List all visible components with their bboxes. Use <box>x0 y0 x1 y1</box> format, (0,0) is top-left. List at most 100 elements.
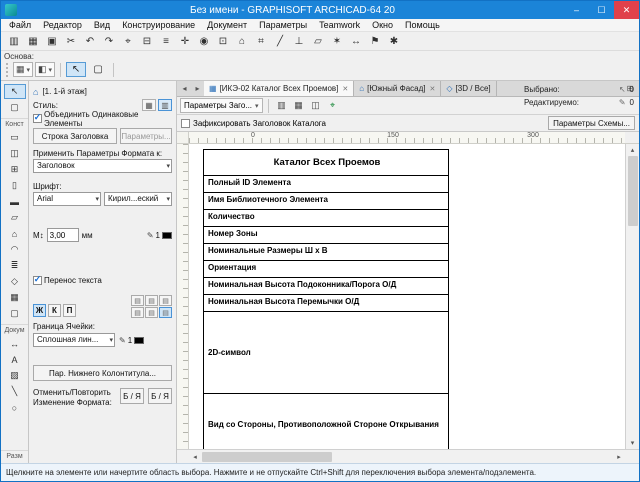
italic-button[interactable]: К <box>48 304 61 317</box>
grid-snap-icon[interactable]: ⌗ <box>252 33 270 49</box>
marquee-tool-icon[interactable]: ▢ <box>4 100 26 115</box>
table-row[interactable]: Количество <box>204 210 448 227</box>
bold-button[interactable]: Ж <box>33 304 46 317</box>
dimension-tool-icon[interactable]: ↔ <box>4 336 26 351</box>
group-icon[interactable]: ▱ <box>309 33 327 49</box>
measure-icon[interactable]: ↔ <box>347 33 365 49</box>
maximize-button[interactable]: ☐ <box>589 1 614 19</box>
vertical-scroll-thumb[interactable] <box>628 156 638 226</box>
guide-lines-icon[interactable]: ╱ <box>271 33 289 49</box>
fill-tool-icon[interactable]: ▨ <box>4 368 26 383</box>
arrow-tool-icon[interactable]: ↖ <box>4 84 26 99</box>
menu-item[interactable]: Окно <box>366 20 399 30</box>
cell-border-select[interactable]: Сплошная лин... ▾ <box>33 333 115 347</box>
text-pen-control[interactable]: ✎ 1 <box>147 231 172 240</box>
pen-color-swatch[interactable] <box>162 232 172 239</box>
gravity-icon[interactable]: ⊥ <box>290 33 308 49</box>
horizontal-scroll-thumb[interactable] <box>202 452 332 462</box>
font-name-select[interactable]: Arial ▾ <box>33 192 101 206</box>
vertical-scrollbar[interactable]: ▴ ▾ <box>625 144 639 449</box>
table-row[interactable]: Ориентация <box>204 261 448 278</box>
magic-wand-icon[interactable]: ✶ <box>328 33 346 49</box>
table-row[interactable]: Номинальная Высота Подоконника/Порога О/… <box>204 278 448 295</box>
favorites-combo[interactable]: ▦ ▾ <box>13 62 33 77</box>
table-row[interactable]: Полный ID Элемента <box>204 176 448 193</box>
marquee-tool-button[interactable]: ▢ <box>88 62 108 77</box>
save-icon[interactable]: ▦ <box>24 33 42 49</box>
menu-item[interactable]: Teamwork <box>313 20 366 30</box>
vertical-ruler[interactable] <box>177 144 189 449</box>
lock-header-checkbox[interactable] <box>181 119 190 128</box>
drawing-canvas[interactable]: Каталог Всех Проемов Полный ID Элемента … <box>189 144 625 449</box>
menu-item[interactable]: Помощь <box>399 20 446 30</box>
border-pen-color-swatch[interactable] <box>134 337 144 344</box>
horizontal-ruler[interactable]: 0150300450 <box>189 132 625 144</box>
print-icon[interactable]: ▣ <box>43 33 61 49</box>
tab-schedule[interactable]: ▦ [ИКЭ-02 Каталог Всех Проемов] ✕ <box>204 81 354 96</box>
footer-params-button[interactable]: Пар. Нижнего Колонтитула... <box>33 365 172 381</box>
align-top-center-icon[interactable]: ▤ <box>145 295 158 306</box>
merge-elements-checkbox[interactable]: ✓ <box>33 114 42 123</box>
table-row[interactable]: Вид со Стороны, Противоположной Стороне … <box>204 394 448 449</box>
arrow-tool-button[interactable]: ↖ <box>66 62 86 77</box>
align-top-left-icon[interactable]: ▤ <box>131 295 144 306</box>
table-row[interactable]: Номер Зоны <box>204 227 448 244</box>
close-tab-icon[interactable]: ✕ <box>430 85 436 93</box>
tab-3d-all[interactable]: ◇ [3D / Все] <box>441 81 496 96</box>
table-row[interactable]: Номинальная Высота Перемычки О/Д <box>204 295 448 312</box>
zoom-icon[interactable]: ◉ <box>195 33 213 49</box>
scroll-left-icon[interactable]: ◂ <box>190 452 200 462</box>
table-row[interactable]: Номинальные Размеры Ш х В <box>204 244 448 261</box>
scheme-settings-button[interactable]: Параметры Схемы... <box>548 116 635 130</box>
menu-item[interactable]: Конструирование <box>116 20 201 30</box>
scroll-down-icon[interactable]: ▾ <box>626 438 639 448</box>
panel-header[interactable]: ⌂ [1. 1-й этаж] <box>33 85 172 98</box>
stair-tool-icon[interactable]: ≣ <box>4 258 26 273</box>
element-settings-icon[interactable]: ⊟ <box>138 33 156 49</box>
header-structure-icon[interactable]: ▦ <box>291 98 307 113</box>
menu-item[interactable]: Вид <box>88 20 116 30</box>
align-bottom-center-icon[interactable]: ▤ <box>145 307 158 318</box>
element-transfer-combo[interactable]: ◧ ▾ <box>35 62 55 77</box>
table-row[interactable]: 2D-символ <box>204 312 448 394</box>
morph-tool-icon[interactable]: ◇ <box>4 274 26 289</box>
table-row[interactable]: Имя Библиотечного Элемента <box>204 193 448 210</box>
toolbox-section-construct[interactable]: Конст <box>1 118 28 129</box>
wrap-text-checkbox[interactable]: ✓ <box>33 276 42 285</box>
font-size-input[interactable] <box>47 228 79 242</box>
menu-item[interactable]: Файл <box>3 20 37 30</box>
cut-icon[interactable]: ✂ <box>62 33 80 49</box>
tab-south-elevation[interactable]: ⌂ [Южный Фасад] ✕ <box>354 81 441 96</box>
circle-tool-icon[interactable]: ○ <box>4 400 26 415</box>
undo-icon[interactable]: ↶ <box>81 33 99 49</box>
open-icon[interactable]: ▥ <box>5 33 23 49</box>
header-params-button[interactable]: Параметры... <box>120 128 172 144</box>
layers-icon[interactable]: ≡ <box>157 33 175 49</box>
roof-tool-icon[interactable]: ⌂ <box>4 226 26 241</box>
zone-tool-icon[interactable]: ▢ <box>4 306 26 321</box>
underline-button[interactable]: П <box>63 304 76 317</box>
horizontal-scrollbar[interactable]: ◂ ▸ <box>189 449 625 463</box>
tab-back-icon[interactable]: ◂ <box>178 81 191 96</box>
options-icon[interactable]: ✱ <box>385 33 403 49</box>
markup-icon[interactable]: ⚑ <box>366 33 384 49</box>
close-button[interactable]: ✕ <box>614 1 639 19</box>
slab-tool-icon[interactable]: ▱ <box>4 210 26 225</box>
font-script-select[interactable]: Кирил...еский ▾ <box>104 192 172 206</box>
toolbar-grip[interactable] <box>6 63 9 77</box>
line-tool-icon[interactable]: ╲ <box>4 384 26 399</box>
window-tool-icon[interactable]: ⊞ <box>4 162 26 177</box>
align-bottom-left-icon[interactable]: ▤ <box>131 307 144 318</box>
menu-item[interactable]: Документ <box>201 20 253 30</box>
header-options-dropdown[interactable]: Параметры Заго... ▾ <box>180 98 263 113</box>
select-in-model-icon[interactable]: ⌖ <box>325 98 341 113</box>
toolbox-section-more[interactable]: Разм <box>1 450 28 461</box>
shell-tool-icon[interactable]: ◠ <box>4 242 26 257</box>
beam-tool-icon[interactable]: ▬ <box>4 194 26 209</box>
pan-icon[interactable]: ✛ <box>176 33 194 49</box>
split-table-icon[interactable]: ◫ <box>308 98 324 113</box>
uniform-structure-icon[interactable]: ▥ <box>274 98 290 113</box>
align-bottom-right-icon[interactable]: ▤ <box>159 307 172 318</box>
toolbox-section-document[interactable]: Докум <box>1 324 28 335</box>
scroll-up-icon[interactable]: ▴ <box>626 145 639 155</box>
